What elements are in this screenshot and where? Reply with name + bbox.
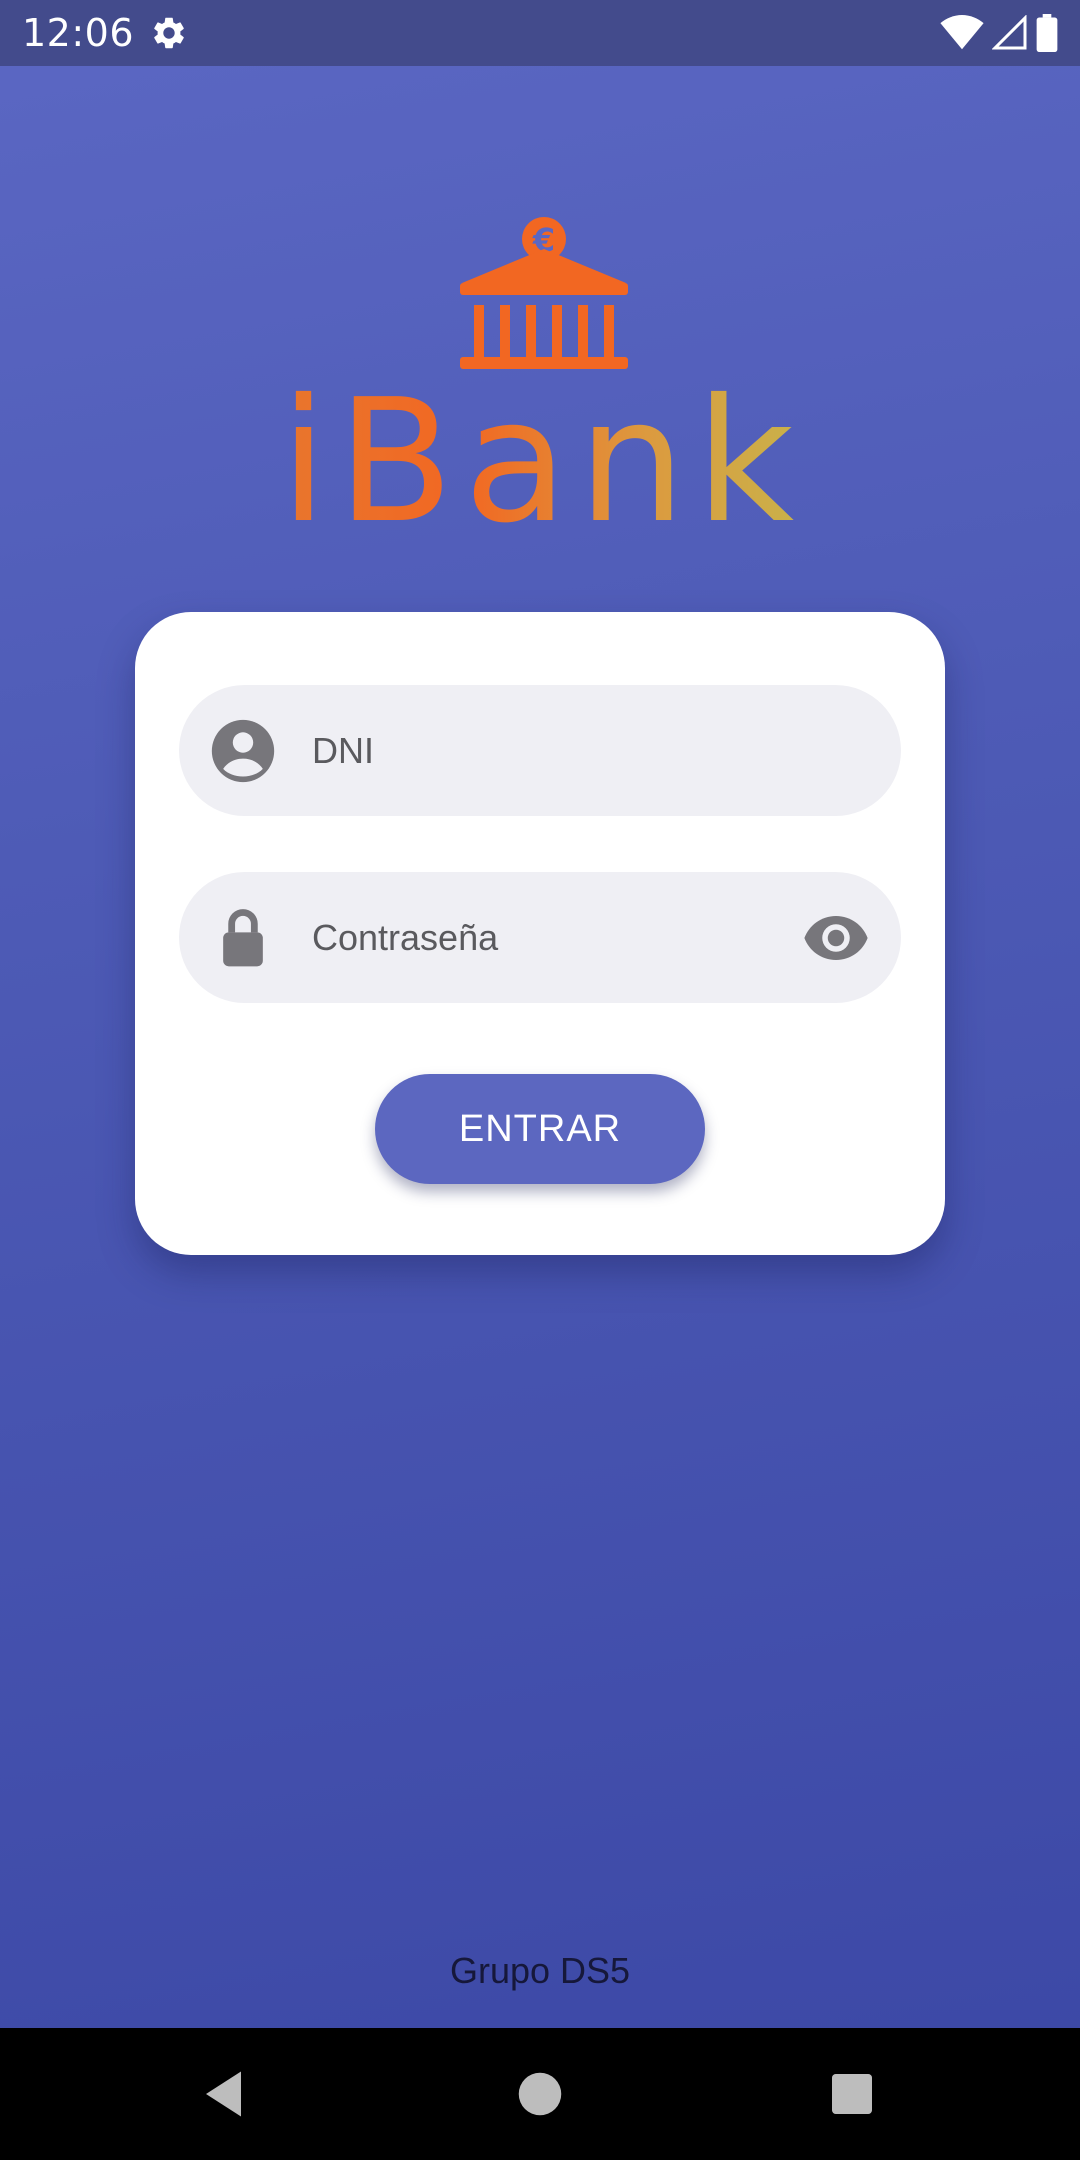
wifi-icon — [940, 15, 984, 50]
lock-icon — [223, 909, 263, 967]
eye-icon[interactable] — [803, 912, 869, 964]
status-icons — [940, 14, 1058, 52]
enter-button[interactable]: ENTRAR — [375, 1074, 705, 1184]
login-card: ENTRAR — [135, 612, 945, 1255]
footer-group-label: Grupo DS5 — [449, 1950, 631, 1991]
bank-logo: € iBank — [280, 217, 804, 545]
dni-input[interactable] — [312, 685, 792, 816]
recents-icon[interactable] — [822, 2064, 882, 2124]
dni-field[interactable] — [179, 685, 901, 816]
signal-icon — [992, 15, 1027, 50]
back-icon[interactable] — [196, 2064, 256, 2124]
home-icon[interactable] — [510, 2064, 570, 2124]
status-time: 12:06 — [22, 11, 135, 55]
password-input[interactable] — [312, 872, 792, 1003]
battery-icon — [1036, 14, 1058, 52]
settings-gear-icon — [154, 17, 184, 49]
login-screen: 12:06 € iBank DNI ENTRAR Grupo DS5 — [0, 0, 1080, 2160]
status-bar: 12:06 — [0, 0, 1080, 66]
logo-wordmark: iBank — [280, 363, 804, 545]
password-field[interactable] — [179, 872, 901, 1003]
navigation-bar — [0, 2028, 1080, 2160]
bank-euro-icon: € — [460, 217, 628, 369]
user-account-icon — [211, 719, 275, 783]
